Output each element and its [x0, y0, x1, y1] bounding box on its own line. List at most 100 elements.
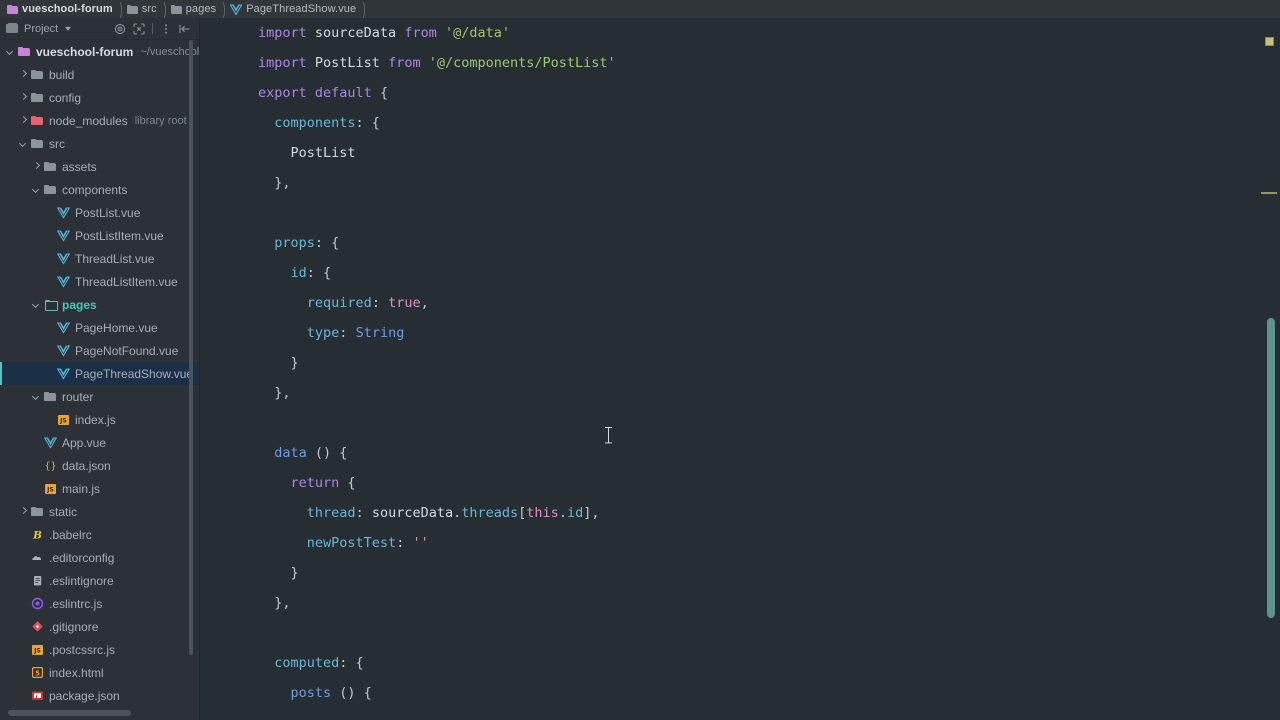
tree-item-selected[interactable]: PageThreadShow.vue: [0, 362, 199, 385]
options-menu-icon[interactable]: [160, 23, 172, 35]
tree-item[interactable]: .gitignore: [0, 615, 199, 638]
code-token: }: [258, 565, 299, 581]
tree-item[interactable]: vueschool-forum ~/vueschool/: [0, 40, 199, 63]
tree-item[interactable]: PageHome.vue: [0, 316, 199, 339]
tree-item-label: pages: [62, 297, 97, 312]
code-token: posts: [290, 685, 332, 701]
breadcrumb-label: vueschool-forum: [22, 3, 113, 15]
code-line: },: [258, 378, 616, 408]
code-token: :: [396, 535, 413, 551]
chevron-down-icon[interactable]: [32, 392, 41, 401]
tree-item-label: static: [49, 504, 78, 519]
chevron-right-icon[interactable]: [19, 507, 28, 516]
tree-item[interactable]: assets: [0, 155, 199, 178]
chevron-down-icon[interactable]: [6, 47, 15, 56]
tree-item-label: data.json: [62, 458, 111, 473]
tree-item[interactable]: ThreadList.vue: [0, 247, 199, 270]
breadcrumb-item-src[interactable]: src: [125, 0, 159, 18]
breadcrumb-item-file[interactable]: PageThreadShow.vue: [228, 0, 358, 18]
code-token: props: [274, 235, 315, 251]
tree-item[interactable]: src: [0, 132, 199, 155]
change-marker: [1261, 192, 1277, 194]
tree-item[interactable]: App.vue: [0, 431, 199, 454]
npm-file-icon: [31, 689, 44, 702]
code-line: computed: {: [258, 648, 616, 678]
breadcrumb-item-pages[interactable]: pages: [169, 0, 218, 18]
breadcrumb-separator-icon: ): [163, 0, 167, 20]
code-token: :: [355, 505, 372, 521]
tree-item[interactable]: JS main.js: [0, 477, 199, 500]
warning-marker[interactable]: [1265, 37, 1274, 46]
code-token: id: [290, 265, 307, 281]
code-line: data () {: [258, 438, 616, 468]
chevron-right-icon[interactable]: [19, 70, 28, 79]
code-line: required: true,: [258, 288, 616, 318]
json-file-icon: {}: [44, 459, 57, 472]
code-content: import sourceData from '@/data' import Po…: [258, 18, 616, 708]
chevron-down-icon[interactable]: ▾: [65, 24, 71, 33]
breadcrumb-item-project[interactable]: vueschool-forum: [5, 0, 115, 18]
code-token: '@/data': [444, 25, 511, 41]
tree-item[interactable]: .editorconfig: [0, 546, 199, 569]
chevron-down-icon[interactable]: [19, 139, 28, 148]
tree-item[interactable]: PageNotFound.vue: [0, 339, 199, 362]
eslintignore-file-icon: [31, 574, 44, 587]
tree-item[interactable]: router: [0, 385, 199, 408]
tree-item-label: App.vue: [62, 435, 107, 450]
tree-item-label: node_modules: [49, 113, 128, 128]
code-token: id: [566, 505, 584, 521]
chevron-right-icon[interactable]: [32, 162, 41, 171]
code-token: },: [258, 175, 291, 191]
chevron-down-icon[interactable]: [32, 300, 41, 309]
vue-file-icon: [56, 206, 71, 219]
hide-panel-icon[interactable]: [179, 23, 191, 35]
tree-item[interactable]: ThreadListItem.vue: [0, 270, 199, 293]
chevron-right-icon[interactable]: [19, 116, 28, 125]
tree-item[interactable]: .eslintrc.js: [0, 592, 199, 615]
tree-item[interactable]: node_modules library root: [0, 109, 199, 132]
tree-item[interactable]: pages: [0, 293, 199, 316]
code-editor[interactable]: import sourceData from '@/data' import Po…: [200, 18, 1280, 720]
tree-item[interactable]: {} data.json: [0, 454, 199, 477]
project-panel-toolbar: [114, 22, 195, 35]
tree-item[interactable]: static: [0, 500, 199, 523]
project-tree-horizontal-scrollbar[interactable]: [8, 710, 131, 716]
svg-text:JS: JS: [59, 418, 67, 425]
tree-item[interactable]: 5 index.html: [0, 661, 199, 684]
chevron-right-icon[interactable]: [19, 93, 28, 102]
chevron-down-icon[interactable]: [32, 185, 41, 194]
breadcrumb-label: src: [141, 3, 157, 15]
folder-icon: [44, 183, 57, 196]
tree-item[interactable]: .eslintignore: [0, 569, 199, 592]
tree-item[interactable]: package.json: [0, 684, 199, 707]
code-token: export: [258, 85, 307, 101]
code-token: computed: [274, 655, 340, 671]
tree-item[interactable]: components: [0, 178, 199, 201]
tree-item[interactable]: PostListItem.vue: [0, 224, 199, 247]
code-token: default: [314, 85, 372, 101]
select-opened-file-icon[interactable]: [114, 23, 126, 35]
project-tree[interactable]: vueschool-forum ~/vueschool/build config no…: [0, 40, 199, 720]
tree-item[interactable]: B .babelrc: [0, 523, 199, 546]
tree-item[interactable]: JS index.js: [0, 408, 199, 431]
code-token: {: [339, 475, 356, 491]
code-token: :: [339, 325, 356, 341]
editor-vertical-scrollbar[interactable]: [1267, 318, 1275, 618]
tree-item[interactable]: build: [0, 63, 199, 86]
collapse-all-icon[interactable]: [133, 22, 145, 35]
vue-file-icon: [56, 344, 71, 357]
project-tree-vertical-scrollbar[interactable]: [189, 40, 193, 655]
tree-item[interactable]: config: [0, 86, 199, 109]
vue-file-icon: [56, 275, 71, 288]
tree-item[interactable]: JS .postcssrc.js: [0, 638, 199, 661]
tree-item[interactable]: PostList.vue: [0, 201, 199, 224]
code-line: props: {: [258, 228, 616, 258]
code-token: true: [388, 295, 421, 311]
